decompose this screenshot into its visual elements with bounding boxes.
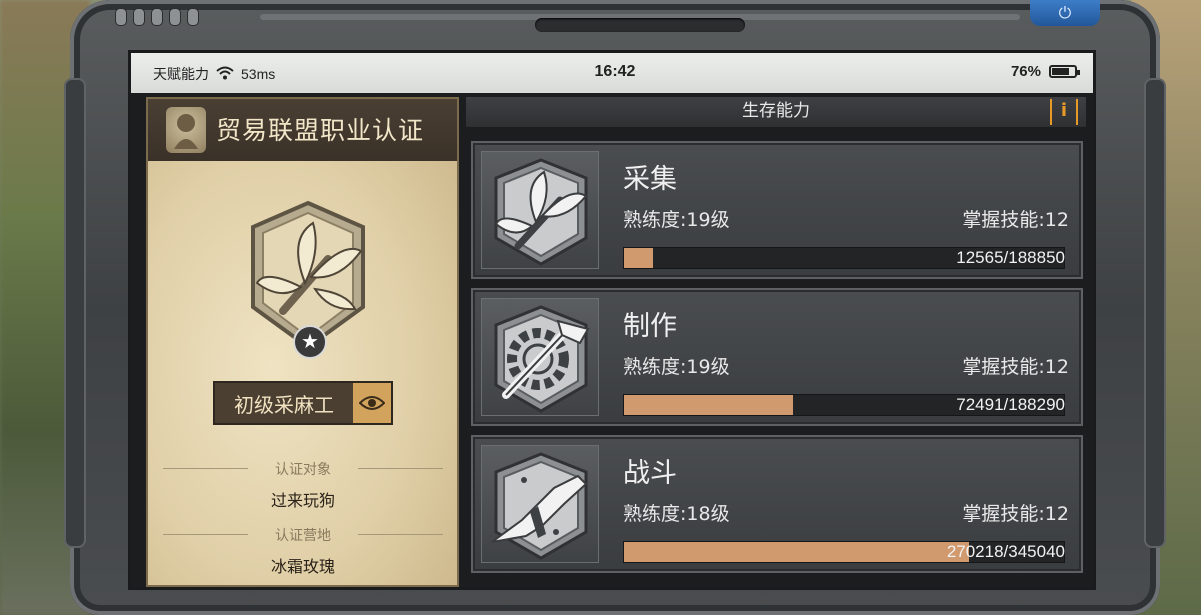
skill-level: 熟练度:19级: [623, 356, 730, 378]
device-side-clip-left: [64, 78, 86, 548]
certificate-title: 贸易联盟职业认证: [216, 116, 425, 145]
skill-mastered: 掌握技能:12: [962, 503, 1069, 525]
rank-title: 初级采麻工: [234, 392, 334, 417]
skill-card-combat[interactable]: 战斗 熟练度:18级 掌握技能:12 270218/345040: [471, 435, 1083, 573]
gear-hammer-icon: [481, 298, 599, 416]
submachine-gun-icon: [481, 445, 599, 563]
skill-xp-text: 72491/188290: [956, 395, 1065, 414]
skill-card-gathering[interactable]: 采集 熟练度:19级 掌握技能:12 12565/188850: [471, 141, 1083, 279]
rank-star-icon: ★: [293, 325, 327, 359]
view-eye-icon[interactable]: [353, 383, 391, 423]
skills-panel-title: 生存能力: [742, 101, 810, 121]
battery-percent: 76%: [1010, 63, 1041, 80]
camp-label: 认证营地: [275, 528, 331, 544]
info-icon: i: [1060, 100, 1068, 121]
target-value: 过来玩狗: [270, 491, 335, 510]
skills-panel-header: 生存能力 i: [466, 97, 1086, 127]
device-side-clip-right: [1144, 78, 1166, 548]
skill-mastered: 掌握技能:12: [962, 356, 1069, 378]
skill-name: 制作: [623, 311, 677, 342]
status-bar: 天赋能力 53ms 16:42 76%: [131, 53, 1093, 93]
certificate-panel: 贸易联盟职业认证 ★ 初级采麻工 认证对象 过来玩狗 认证营地 冰霜玫瑰: [146, 97, 459, 587]
skill-xp-text: 270218/345040: [946, 542, 1065, 561]
target-label: 认证对象: [275, 462, 331, 478]
skill-level: 熟练度:19级: [623, 209, 730, 231]
clock: 16:42: [594, 63, 636, 80]
battery-icon: [1049, 65, 1080, 78]
rank-title-box: 初级采麻工: [213, 381, 393, 425]
skill-mastered: 掌握技能:12: [962, 209, 1069, 231]
info-button[interactable]: i: [1050, 99, 1078, 125]
power-icon: ⏻: [1058, 3, 1072, 22]
device-top-slot: [535, 18, 745, 32]
skill-name: 战斗: [623, 458, 677, 489]
power-button[interactable]: ⏻: [1030, 0, 1100, 26]
device-vents: [115, 8, 199, 26]
target-label-row: 认证对象: [163, 459, 443, 479]
leaf-bundle-icon: [481, 151, 599, 269]
camp-label-row: 认证营地: [163, 525, 443, 545]
skill-xp-text: 12565/188850: [956, 248, 1065, 267]
skill-card-crafting[interactable]: 制作 熟练度:19级 掌握技能:12 72491/188290: [471, 288, 1083, 426]
camp-value: 冰霜玫瑰: [270, 557, 335, 576]
skill-level: 熟练度:18级: [623, 503, 730, 525]
certificate-header: 贸易联盟职业认证: [148, 99, 457, 161]
skill-name: 采集: [623, 164, 677, 195]
guild-emblem-icon: [166, 107, 206, 153]
device-screen: 天赋能力 53ms 16:42 76% 贸易联盟职业认证 ★ 初级采麻工 认证对…: [128, 50, 1096, 590]
